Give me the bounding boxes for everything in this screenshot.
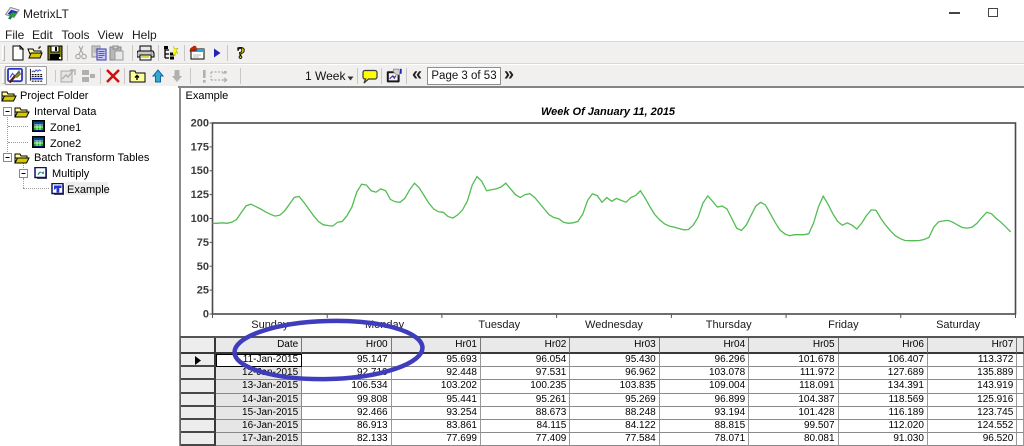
svg-text:150: 150 xyxy=(191,165,209,177)
svg-text:125: 125 xyxy=(191,189,209,201)
svg-text:Monday: Monday xyxy=(365,319,405,331)
svg-text:0: 0 xyxy=(203,309,209,321)
svg-text:Saturday: Saturday xyxy=(936,319,981,331)
svg-text:Tuesday: Tuesday xyxy=(478,319,520,331)
svg-text:200: 200 xyxy=(191,118,209,130)
svg-text:75: 75 xyxy=(197,237,209,249)
svg-text:Friday: Friday xyxy=(828,319,859,331)
svg-text:?: ? xyxy=(237,45,246,61)
svg-text:25: 25 xyxy=(197,285,209,297)
svg-text:50: 50 xyxy=(197,261,209,273)
svg-text:Sunday: Sunday xyxy=(251,319,289,331)
svg-text:Wednesday: Wednesday xyxy=(585,319,643,331)
svg-text:175: 175 xyxy=(191,141,209,153)
svg-text:Thursday: Thursday xyxy=(706,319,752,331)
svg-text:100: 100 xyxy=(191,213,209,225)
